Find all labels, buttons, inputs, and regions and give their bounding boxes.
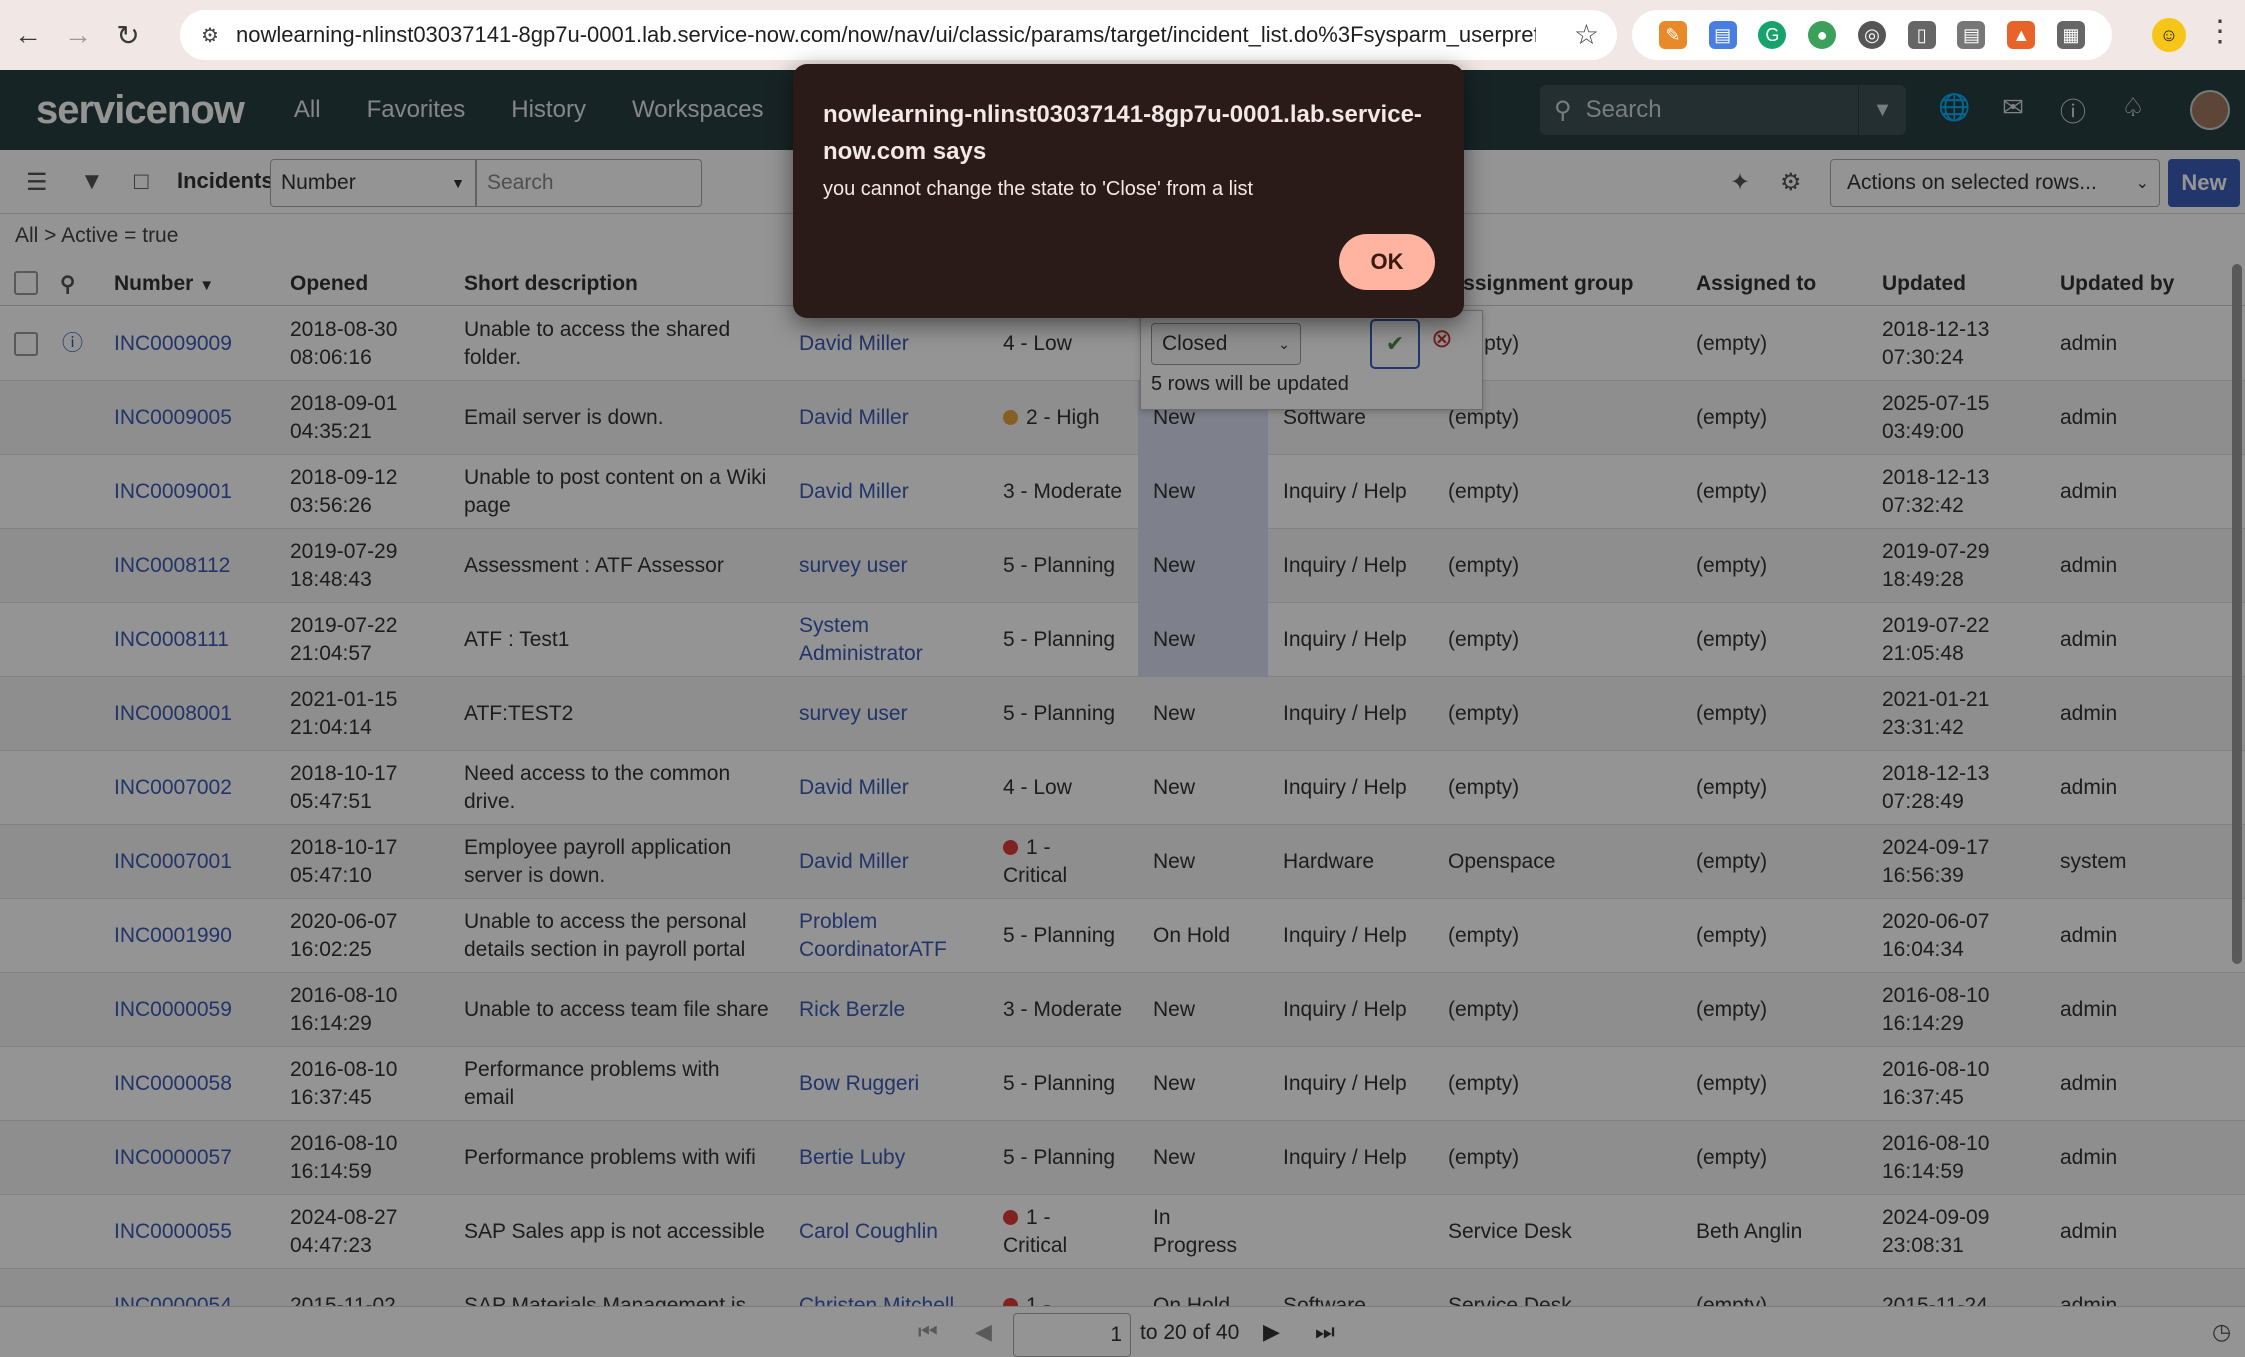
back-button[interactable]: ← xyxy=(6,13,50,57)
phone-extension-icon[interactable]: ▯ xyxy=(1907,21,1936,49)
alert-dialog: nowlearning-nlinst03037141-8gp7u-0001.la… xyxy=(793,64,1464,318)
profile-icon[interactable]: ☺ xyxy=(2152,18,2186,52)
address-bar[interactable]: ⚙ nowlearning-nlinst03037141-8gp7u-0001.… xyxy=(180,10,1617,60)
url-text: nowlearning-nlinst03037141-8gp7u-0001.la… xyxy=(236,22,1536,47)
file-extension-icon[interactable]: ▤ xyxy=(1957,21,1986,49)
puzzle-extension-icon[interactable]: ▦ xyxy=(2057,21,2085,49)
browser-menu-icon[interactable]: ⋮ xyxy=(2205,14,2235,49)
alert-message: you cannot change the state to 'Close' f… xyxy=(823,178,1254,200)
target-extension-icon[interactable]: ◎ xyxy=(1857,21,1886,49)
bookmark-star-icon[interactable]: ☆ xyxy=(1574,18,1599,51)
docs-extension-icon[interactable]: ▤ xyxy=(1708,21,1737,49)
extensions-bar: ✎ ▤ G ● ◎ ▯ ▤ ▲ ▦ xyxy=(1632,10,2112,60)
alert-title: nowlearning-nlinst03037141-8gp7u-0001.la… xyxy=(823,101,1422,165)
grammarly-extension-icon[interactable]: G xyxy=(1758,21,1787,49)
reload-button[interactable]: ↻ xyxy=(106,13,150,57)
ok-button[interactable]: OK xyxy=(1339,234,1435,290)
browser-toolbar: ← → ↻ ⚙ nowlearning-nlinst03037141-8gp7u… xyxy=(0,0,2245,70)
fox-extension-icon[interactable]: ▲ xyxy=(2007,21,2036,49)
pen-extension-icon[interactable]: ✎ xyxy=(1658,21,1687,49)
robot-extension-icon[interactable]: ● xyxy=(1808,21,1837,49)
forward-button[interactable]: → xyxy=(56,13,100,57)
site-info-icon[interactable]: ⚙ xyxy=(190,15,230,55)
